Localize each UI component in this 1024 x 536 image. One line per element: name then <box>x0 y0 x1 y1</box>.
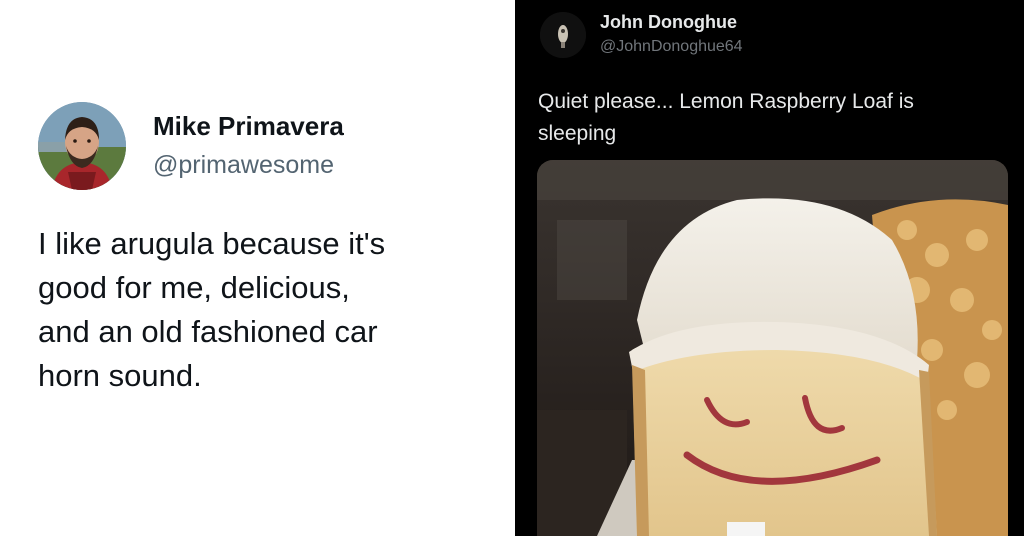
right-tweet-card: John Donoghue @JohnDonoghue64 Quiet plea… <box>515 0 1024 536</box>
avatar-photo <box>38 102 126 190</box>
tweet-text: Quiet please... Lemon Raspberry Loaf is … <box>538 86 998 150</box>
left-tweet-card: Mike Primavera @primawesome I like arugu… <box>0 0 515 536</box>
tweet-text: I like arugula because it's good for me,… <box>38 222 498 398</box>
tweet-text-line: I like arugula because it's <box>38 226 386 261</box>
tweet-text-line: Quiet please... Lemon Raspberry Loaf is <box>538 90 914 113</box>
author-handle[interactable]: @primawesome <box>153 151 334 180</box>
tweet-text-line: good for me, delicious, <box>38 270 350 305</box>
loaf-photo <box>537 160 1008 536</box>
author-name[interactable]: John Donoghue <box>600 12 737 33</box>
tweet-text-line: and an old fashioned car <box>38 314 378 349</box>
tweet-text-line: sleeping <box>538 122 617 145</box>
avatar[interactable] <box>38 102 126 190</box>
tweet-text-line: horn sound. <box>38 358 202 393</box>
tweet-photo[interactable] <box>537 160 1008 536</box>
author-name[interactable]: Mike Primavera <box>153 111 344 142</box>
avatar[interactable] <box>540 12 586 58</box>
avatar-photo <box>540 12 586 58</box>
author-handle[interactable]: @JohnDonoghue64 <box>600 38 743 56</box>
